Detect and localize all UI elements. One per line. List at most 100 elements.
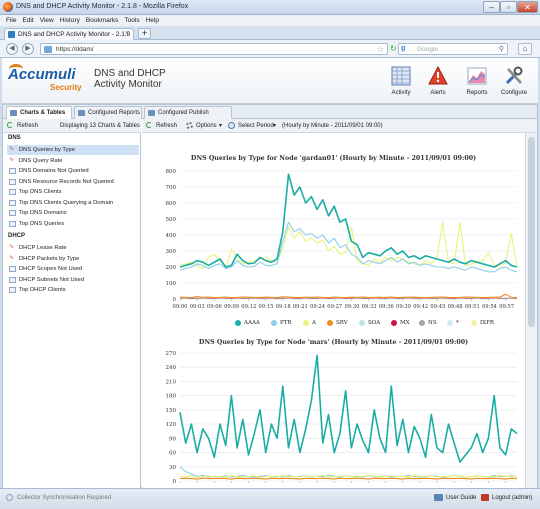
select-period-button[interactable]: Select Period ▾ — [228, 122, 278, 131]
search-bar[interactable]: g Google ⚲ — [398, 43, 508, 55]
alerts-button[interactable]: Alerts — [421, 66, 455, 102]
charts-tab-icon — [10, 110, 17, 116]
y-tick-label: 300 — [166, 249, 177, 255]
list-item[interactable]: Top DNS Queries — [7, 219, 139, 229]
list-item[interactable]: DHCP Scopes Not Used — [7, 264, 139, 274]
list-item-label: Top DHCP Clients — [19, 287, 66, 293]
chevron-down-icon: ▾ — [219, 123, 223, 129]
legend-label: A — [312, 320, 316, 326]
url-bar[interactable]: https://ddam/ ☆ — [40, 43, 388, 55]
tab-configured-reports-label: Configured Reports — [88, 110, 141, 116]
forward-arrow-icon[interactable]: ▶ — [22, 43, 34, 55]
legend-marker — [235, 320, 241, 326]
x-tick-label: 09:12 — [241, 304, 256, 310]
legend-marker — [471, 320, 477, 326]
url-text[interactable]: https://ddam/ — [56, 46, 94, 53]
list-item[interactable]: ∿ DHCP Packets by Type — [7, 254, 139, 264]
x-tick-label: 09:09 — [224, 304, 239, 310]
new-tab-button[interactable]: + — [138, 28, 151, 39]
chart1-legend: AAAA PTR A SRV SOA MX NS * IXFR — [142, 319, 525, 329]
reports-button[interactable]: Reports — [460, 66, 494, 102]
y-tick-label: 0 — [173, 479, 177, 485]
scrollbar-thumb[interactable] — [528, 137, 535, 327]
table-icon — [9, 276, 16, 283]
status-bar: Collector Synchronisation Required User … — [0, 488, 540, 509]
menu-tools[interactable]: Tools — [124, 15, 139, 26]
bookmark-star-icon[interactable]: ☆ — [377, 45, 384, 54]
x-tick-label: 09:06 — [207, 304, 222, 310]
menu-edit[interactable]: Edit — [22, 15, 33, 26]
search-icon[interactable]: ⚲ — [499, 45, 504, 53]
google-search-engine-icon[interactable]: g — [401, 45, 409, 53]
close-window-icon[interactable]: ✕ — [517, 1, 538, 13]
window-title: DNS and DHCP Activity Monitor - 2.1.8 - … — [16, 3, 189, 10]
tab-configured-publish-methods[interactable]: Configured Publish Methods — [144, 106, 232, 128]
user-guide-link[interactable]: User Guide — [446, 495, 476, 501]
y-tick-label: 700 — [166, 185, 177, 191]
x-tick-label: 09:30 — [344, 304, 359, 310]
list-item[interactable]: Top DHCP Clients — [7, 285, 139, 295]
legend-label: NS — [428, 320, 437, 326]
list-item-label: DHCP Subnets Not Used — [19, 276, 84, 283]
legend-label: SOA — [368, 320, 381, 326]
search-placeholder[interactable]: Google — [417, 46, 438, 53]
site-identity-icon[interactable] — [44, 46, 52, 53]
activity-grid-icon — [391, 66, 411, 86]
list-item[interactable]: DNS Resource Records Not Queried — [7, 177, 139, 187]
legend-label: PTR — [280, 320, 292, 326]
table-icon — [9, 210, 16, 216]
x-tick-label: 09:45 — [430, 304, 445, 310]
select-period-label: Select Period — [238, 123, 274, 129]
right-refresh-button[interactable]: Refresh — [146, 122, 182, 131]
list-item[interactable]: ∿ DHCP Lease Rate — [7, 243, 139, 253]
menu-history[interactable]: History — [60, 15, 80, 26]
menu-file[interactable]: File — [6, 15, 16, 26]
logo-main-text: Accumuli — [8, 66, 76, 83]
logout-link[interactable]: Logout (admin) — [492, 495, 532, 501]
tab-configured-reports[interactable]: Configured Reports — [74, 106, 142, 119]
chart1-title: DNS Queries by Type for Node 'gardan01' … — [190, 155, 477, 162]
series-line-srv — [179, 477, 518, 480]
logo-sub-text: Security — [50, 83, 82, 92]
x-tick-label: 09:39 — [396, 304, 411, 310]
y-tick-label: 30 — [169, 465, 176, 471]
maximize-icon[interactable]: ▫ — [500, 1, 517, 13]
left-refresh-label: Refresh — [17, 123, 39, 129]
y-tick-label: 120 — [166, 422, 177, 428]
list-item-label: DHCP Scopes Not Used — [19, 266, 83, 272]
list-item[interactable]: Top DNS Clients Querying a Domain — [7, 198, 139, 208]
reload-icon[interactable]: ↻ — [390, 44, 397, 53]
tab-charts-tables[interactable]: Charts & Tables — [6, 106, 72, 119]
list-item[interactable]: DNS Domains Not Queried — [7, 166, 139, 176]
options-button[interactable]: Options ▾ — [186, 122, 226, 131]
list-item-label: Top DNS Domains — [19, 210, 67, 216]
table-icon — [9, 168, 16, 174]
menu-bookmarks[interactable]: Bookmarks — [86, 15, 119, 26]
list-item[interactable]: Top DNS Domains — [7, 208, 139, 218]
list-item[interactable]: Top DNS Clients — [7, 187, 139, 197]
back-arrow-icon[interactable]: ◀ — [6, 43, 18, 55]
list-item[interactable]: ∿ DNS Queries by Type — [7, 145, 139, 155]
configure-button[interactable]: Configure — [497, 66, 531, 102]
menu-help[interactable]: Help — [146, 15, 159, 26]
list-item-label: DNS Domains Not Queried — [19, 168, 89, 174]
x-tick-label: 09:00 — [173, 304, 188, 310]
main-tabs: Charts & Tables Configured Reports Confi… — [3, 105, 537, 128]
menu-view[interactable]: View — [40, 15, 54, 26]
chart-scrollbar[interactable] — [525, 133, 537, 489]
close-tab-icon[interactable]: × — [125, 30, 129, 37]
configure-label: Configure — [500, 90, 527, 96]
line-chart-icon: ∿ — [9, 146, 15, 152]
series-line-aaaa — [179, 354, 518, 463]
legend-label: SRV — [336, 320, 348, 326]
line-chart-icon: ∿ — [9, 244, 15, 250]
browser-tab[interactable]: DNS and DHCP Activity Monitor - 2.1.8 × — [4, 28, 134, 40]
list-item[interactable]: DHCP Subnets Not Used — [7, 275, 139, 285]
activity-button[interactable]: Activity — [384, 66, 418, 102]
home-icon[interactable]: ⌂ — [518, 43, 532, 55]
minimize-icon[interactable]: – — [483, 1, 500, 13]
list-item[interactable]: ∿ DNS Query Rate — [7, 156, 139, 166]
app-title-line2: Activity Monitor — [94, 79, 162, 90]
reports-tab-icon — [78, 110, 85, 116]
left-refresh-button[interactable]: Refresh — [7, 122, 57, 131]
